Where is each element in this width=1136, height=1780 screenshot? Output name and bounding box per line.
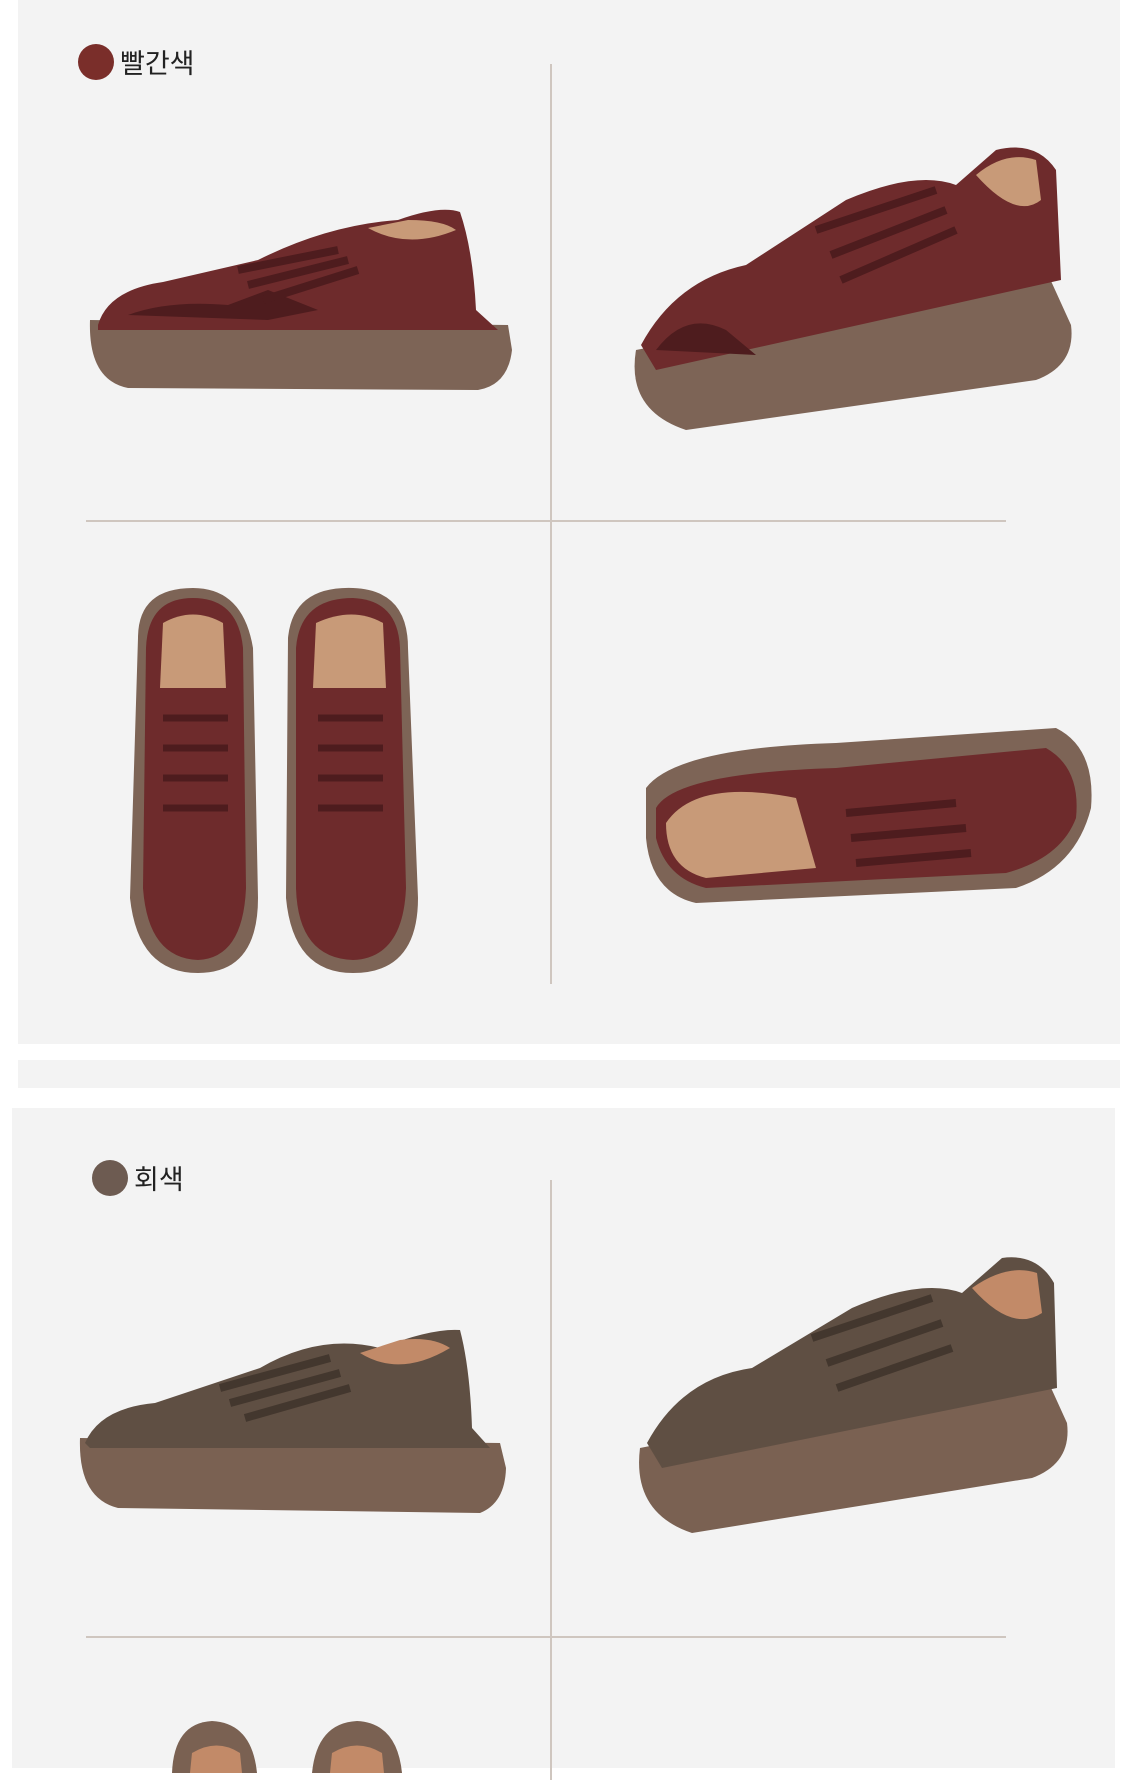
color-swatch-red [78, 43, 114, 80]
color-label-gray: 회색 [92, 1158, 184, 1197]
shoe-side-view-image [89, 209, 513, 390]
shoe-sole-view-image [646, 728, 1092, 903]
color-swatch-gray [92, 1159, 128, 1196]
grid-divider-vertical [550, 64, 552, 984]
grid-divider-horizontal [86, 1636, 1006, 1638]
color-name: 빨간색 [120, 49, 195, 80]
color-label-red: 빨간색 [78, 42, 195, 81]
shoe-three-quarter-view-image [639, 1257, 1068, 1533]
grid-divider-vertical [550, 1180, 552, 1780]
section-spacer [18, 1060, 1120, 1088]
shoe-top-view-image [172, 1721, 402, 1773]
color-section-gray: 회색 [12, 1108, 1115, 1780]
grid-divider-horizontal [86, 520, 1006, 522]
shoe-three-quarter-view-image [634, 147, 1072, 430]
shoe-top-view-image [130, 587, 418, 973]
shoe-side-view-image [79, 1329, 507, 1513]
color-section-red: 빨간색 [18, 0, 1120, 1044]
color-name: 회색 [134, 1165, 184, 1196]
